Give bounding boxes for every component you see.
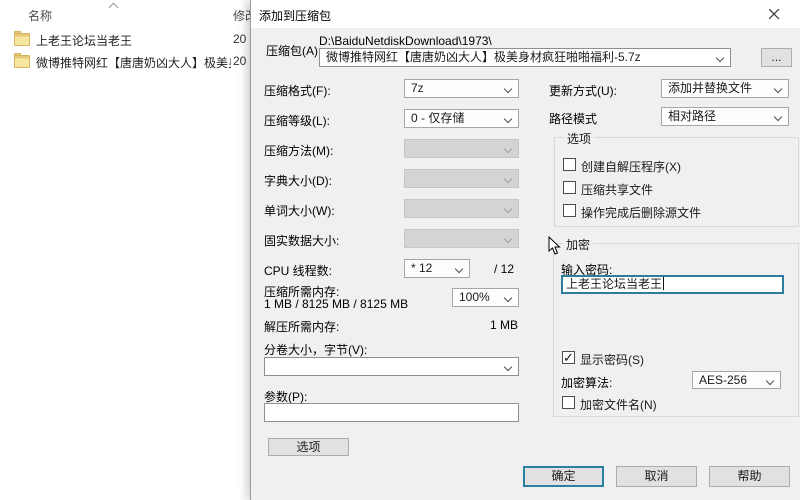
browse-button[interactable]: ... xyxy=(761,48,792,67)
encrypt-filenames-checkbox[interactable] xyxy=(562,396,575,409)
chevron-down-icon xyxy=(503,234,513,244)
archive-name-combobox[interactable]: 微博推特网红【唐唐奶凶大人】极美身材疯狂啪啪福利-5.7z xyxy=(319,48,731,67)
method-combobox xyxy=(404,139,519,158)
folder-icon xyxy=(14,31,30,46)
add-to-archive-dialog: 添加到压缩包 压缩包(A) D:\BaiduNetdiskDownload\19… xyxy=(250,0,800,500)
level-combobox[interactable]: 0 - 仅存储 xyxy=(404,109,519,128)
show-password-checkbox[interactable] xyxy=(562,350,575,366)
chevron-down-icon xyxy=(503,84,513,94)
archive-name-value: 微博推特网红【唐唐奶凶大人】极美身材疯狂啪啪福利-5.7z xyxy=(326,50,641,64)
chevron-down-icon xyxy=(503,144,513,154)
mouse-cursor-icon xyxy=(548,236,561,255)
chevron-down-icon xyxy=(773,84,783,94)
close-icon[interactable] xyxy=(758,0,792,28)
options-group-title: 选项 xyxy=(564,130,595,147)
chevron-down-icon xyxy=(503,174,513,184)
update-mode-combobox[interactable]: 添加并替换文件 xyxy=(661,79,789,98)
dictionary-combobox xyxy=(404,169,519,188)
sfx-checkbox-label[interactable]: 创建自解压程序(X) xyxy=(581,158,681,175)
shared-files-checkbox[interactable] xyxy=(563,181,576,194)
cancel-button[interactable]: 取消 xyxy=(616,466,697,487)
chevron-down-icon[interactable] xyxy=(715,53,725,63)
solid-block-label: 固实数据大小: xyxy=(264,234,340,248)
sort-ascending-icon xyxy=(108,2,119,13)
solid-block-combobox xyxy=(404,229,519,248)
list-item[interactable]: 上老王论坛当老王 20 xyxy=(0,31,260,51)
archive-label: 压缩包(A) xyxy=(266,44,318,58)
delete-after-checkbox[interactable] xyxy=(563,204,576,217)
word-size-label: 单词大小(W): xyxy=(264,204,335,218)
list-item[interactable]: 微博推特网红【唐唐奶凶大人】极美身材... 20 xyxy=(0,53,260,73)
show-password-checkbox-label[interactable]: 显示密码(S) xyxy=(580,351,644,368)
chevron-down-icon[interactable] xyxy=(503,362,513,372)
file-name: 微博推特网红【唐唐奶凶大人】极美身材... xyxy=(36,56,231,70)
ok-button[interactable]: 确定 xyxy=(523,466,604,487)
format-label: 压缩格式(F): xyxy=(264,84,331,98)
chevron-down-icon xyxy=(765,376,775,386)
cpu-threads-max: / 12 xyxy=(494,262,515,276)
archive-dir: D:\BaiduNetdiskDownload\1973\ xyxy=(319,34,492,48)
path-mode-label: 路径模式 xyxy=(549,112,598,126)
shared-files-checkbox-label[interactable]: 压缩共享文件 xyxy=(581,181,653,198)
chevron-down-icon xyxy=(503,293,513,303)
delete-after-checkbox-label[interactable]: 操作完成后删除源文件 xyxy=(581,204,701,221)
encryption-group: 加密 输入密码: 上老王论坛当老王 显示密码(S) 加密算法: AES-256 … xyxy=(553,236,799,417)
sfx-checkbox[interactable] xyxy=(563,158,576,171)
dialog-titlebar: 添加到压缩包 xyxy=(251,0,800,28)
text-caret xyxy=(663,277,665,290)
cpu-threads-combobox[interactable]: * 12 xyxy=(404,259,470,278)
encryption-method-combobox[interactable]: AES-256 xyxy=(692,371,781,389)
options-button[interactable]: 选项 xyxy=(268,438,349,456)
path-mode-combobox[interactable]: 相对路径 xyxy=(661,107,789,126)
memory-decompress-label: 解压所需内存: xyxy=(264,320,340,334)
update-mode-label: 更新方式(U): xyxy=(549,84,617,98)
options-group: 选项 创建自解压程序(X) 压缩共享文件 操作完成后删除源文件 xyxy=(554,130,799,227)
file-date: 20 xyxy=(233,54,247,68)
file-name: 上老王论坛当老王 xyxy=(36,34,133,48)
encrypt-filenames-checkbox-label[interactable]: 加密文件名(N) xyxy=(580,396,657,413)
column-header-name[interactable]: 名称 xyxy=(28,7,52,24)
format-combobox[interactable]: 7z xyxy=(404,79,519,98)
dialog-title: 添加到压缩包 xyxy=(259,9,332,23)
password-value: 上老王论坛当老王 xyxy=(566,277,663,291)
file-date: 20 xyxy=(233,32,247,46)
encryption-group-title: 加密 xyxy=(563,236,594,253)
word-size-combobox xyxy=(404,199,519,218)
split-volume-label: 分卷大小，字节(V): xyxy=(264,343,368,357)
encryption-method-label: 加密算法: xyxy=(561,376,613,390)
chevron-down-icon xyxy=(503,204,513,214)
folder-icon xyxy=(14,53,30,68)
memory-decompress-value: 1 MB xyxy=(490,318,519,332)
screen: 名称 修改日期 上老王论坛当老王 20 微博推特网红【唐唐奶凶大人】极美身材..… xyxy=(0,0,800,500)
method-label: 压缩方法(M): xyxy=(264,144,334,158)
chevron-down-icon xyxy=(454,264,464,274)
chevron-down-icon xyxy=(773,112,783,122)
level-label: 压缩等级(L): xyxy=(264,114,331,128)
cpu-threads-label: CPU 线程数: xyxy=(264,264,333,278)
split-volume-combobox[interactable] xyxy=(264,357,519,376)
parameters-input[interactable] xyxy=(264,403,519,422)
memory-compress-detail: 1 MB / 8125 MB / 8125 MB xyxy=(264,297,409,311)
chevron-down-icon xyxy=(503,114,513,124)
help-button[interactable]: 帮助 xyxy=(709,466,790,487)
memory-percent-combobox[interactable]: 100% xyxy=(452,288,519,307)
password-input[interactable]: 上老王论坛当老王 xyxy=(561,275,784,294)
dictionary-label: 字典大小(D): xyxy=(264,174,332,188)
